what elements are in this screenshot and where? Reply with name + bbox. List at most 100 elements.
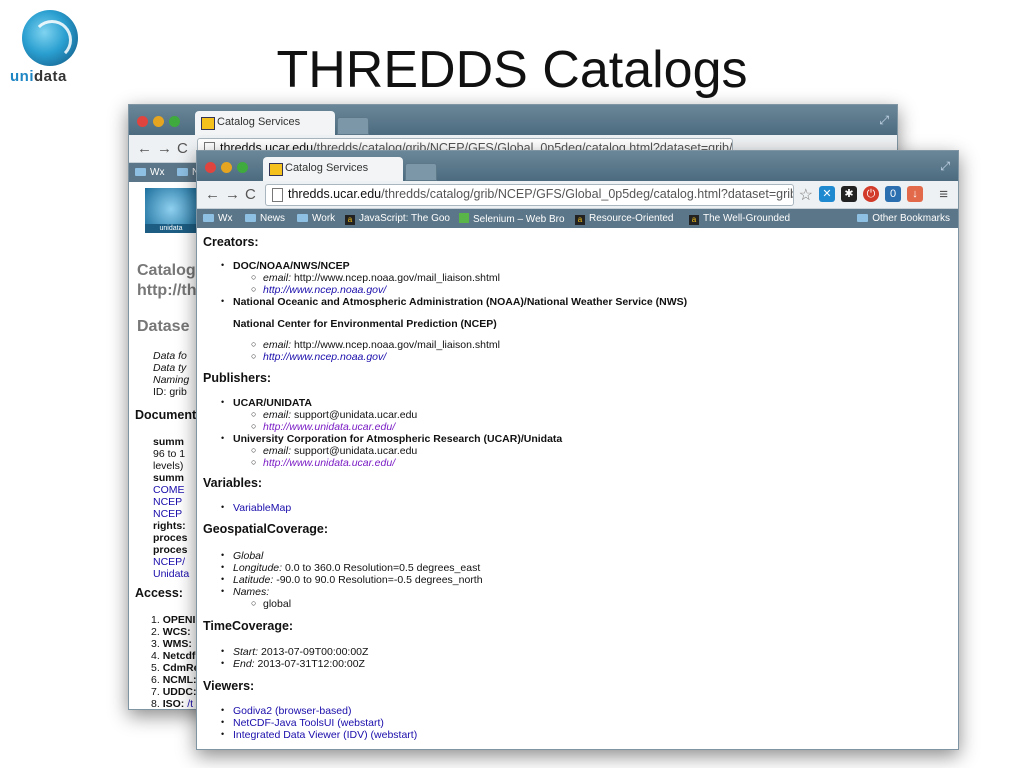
folder-icon [203, 214, 214, 222]
zoom-window-icon[interactable] [237, 162, 248, 173]
fullscreen-icon[interactable]: ⤢ [940, 159, 950, 174]
url-bar[interactable]: thredds.ucar.edu/thredds/catalog/grib/NC… [265, 184, 794, 206]
amazon-icon: a [345, 215, 355, 225]
forward-arrow-icon[interactable]: → [157, 140, 172, 157]
bookmark-well-grounded[interactable]: a The Well-Grounded [689, 213, 790, 225]
viewers-heading: Viewers: [203, 679, 255, 693]
sub-bullet-icon: ○ [251, 445, 257, 455]
bullet-icon: • [221, 397, 225, 407]
creator-2-url-link[interactable]: http://www.ncep.noaa.gov/ [263, 351, 386, 363]
idv-link[interactable]: Integrated Data Viewer (IDV) (webstart) [233, 729, 417, 741]
catalog-services-tab[interactable]: Catalog Services [263, 157, 403, 181]
front-navbar: ← → C thredds.ucar.edu/thredds/catalog/g… [197, 181, 958, 209]
bookmark-work[interactable]: Work [297, 213, 335, 224]
extension-x-icon[interactable]: ✕ [819, 186, 835, 202]
list-item: summ [153, 472, 184, 484]
back-titlebar: Catalog Services ⤢ [129, 105, 897, 135]
catalog-page-content: Creators: • DOC/NOAA/NWS/NCEP ○ email: h… [197, 228, 958, 749]
sub-bullet-icon: ○ [251, 284, 257, 294]
back-heading-url: http://th [137, 282, 197, 299]
creators-heading: Creators: [203, 235, 259, 249]
fullscreen-icon[interactable]: ⤢ [879, 113, 889, 128]
sub-bullet-icon: ○ [251, 421, 257, 431]
bullet-icon: • [221, 646, 225, 656]
bookmark-wx[interactable]: Wx [135, 167, 164, 178]
geo-latitude: Latitude: -90.0 to 90.0 Resolution=-0.5 … [233, 574, 483, 586]
doc-link[interactable]: NCEP [153, 496, 182, 508]
bookmark-javascript[interactable]: a JavaScript: The Goo [345, 213, 450, 225]
publisher-2-url-link[interactable]: http://www.unidata.ucar.edu/ [263, 457, 395, 469]
list-item: ID: grib [153, 386, 187, 398]
extension-power-icon[interactable]: ⏻ [863, 186, 879, 202]
window-controls [205, 160, 253, 178]
back-tab[interactable]: Catalog Services [195, 111, 335, 135]
close-window-icon[interactable] [205, 162, 216, 173]
selenium-icon [459, 213, 469, 223]
geo-names: Names: [233, 586, 270, 598]
back-arrow-icon[interactable]: ← [137, 140, 152, 157]
access-item: 2. WCS: [151, 626, 191, 638]
list-item: 96 to 1 [153, 448, 186, 460]
bookmark-resource-oriented[interactable]: a Resource-Oriented [575, 213, 673, 225]
variable-map-link[interactable]: VariableMap [233, 502, 291, 514]
bullet-icon: • [221, 433, 225, 443]
extension-badge-icon[interactable]: 0 [885, 186, 901, 202]
list-item: levels) [153, 460, 184, 472]
back-heading-catalog: Catalog [137, 262, 196, 279]
publisher-1-url-link[interactable]: http://www.unidata.ucar.edu/ [263, 421, 395, 433]
back-heading-documentation: Document [135, 408, 197, 422]
access-item: 4. Netcdf [151, 650, 196, 662]
reload-icon[interactable]: C [177, 140, 188, 157]
new-tab-button[interactable] [405, 163, 437, 181]
back-logo-caption: unidata [145, 224, 197, 233]
access-item: 5. CdmRe [151, 662, 200, 674]
doc-link[interactable]: COME [153, 484, 185, 496]
tab-title: Catalog Services [217, 116, 301, 128]
access-item: 8. ISO: /t [151, 698, 194, 710]
extension-gear-icon[interactable]: ✱ [841, 186, 857, 202]
reload-icon[interactable]: C [245, 186, 256, 203]
creator-2-name: National Oceanic and Atmospheric Adminis… [233, 296, 688, 308]
time-start: Start: 2013-07-09T00:00:00Z [233, 646, 369, 658]
folder-icon [177, 168, 188, 176]
sub-bullet-icon: ○ [251, 457, 257, 467]
minimize-window-icon[interactable] [221, 162, 232, 173]
creator-1-name: DOC/NOAA/NWS/NCEP [233, 260, 350, 272]
bookmark-other[interactable]: Other Bookmarks [857, 213, 950, 224]
list-item: summ [153, 436, 184, 448]
bookmark-news[interactable]: News [245, 213, 285, 224]
close-window-icon[interactable] [137, 116, 148, 127]
bullet-icon: • [221, 296, 225, 306]
sub-bullet-icon: ○ [251, 409, 257, 419]
toolsui-link[interactable]: NetCDF-Java ToolsUI (webstart) [233, 717, 384, 729]
access-item: 6. NCML: [151, 674, 197, 686]
bookmark-selenium[interactable]: Selenium – Web Bro [459, 213, 565, 225]
window-controls [137, 114, 185, 132]
list-item: rights: [153, 520, 186, 532]
godiva2-link[interactable]: Godiva2 (browser-based) [233, 705, 351, 717]
zoom-window-icon[interactable] [169, 116, 180, 127]
geo-longitude: Longitude: 0.0 to 360.0 Resolution=0.5 d… [233, 562, 481, 574]
doc-link[interactable]: Unidata [153, 568, 189, 580]
new-tab-button[interactable] [337, 117, 369, 135]
menu-icon[interactable]: ≡ [939, 186, 948, 203]
bullet-icon: • [221, 658, 225, 668]
time-coverage-heading: TimeCoverage: [203, 619, 294, 633]
forward-arrow-icon[interactable]: → [225, 186, 240, 203]
variables-heading: Variables: [203, 476, 263, 490]
bullet-icon: • [221, 502, 225, 512]
doc-link[interactable]: NCEP/ [153, 556, 185, 568]
download-icon[interactable]: ↓ [907, 186, 923, 202]
back-arrow-icon[interactable]: ← [205, 186, 220, 203]
minimize-window-icon[interactable] [153, 116, 164, 127]
front-browser-window[interactable]: Catalog Services ⤢ ← → C thredds.ucar.ed… [196, 150, 959, 750]
amazon-icon: a [575, 215, 585, 225]
creator-1-url-link[interactable]: http://www.ncep.noaa.gov/ [263, 284, 386, 296]
bookmark-star-icon[interactable]: ☆ [799, 185, 813, 205]
bookmark-wx[interactable]: Wx [203, 213, 232, 224]
geo-global: Global [233, 550, 264, 562]
front-titlebar: Catalog Services ⤢ [197, 151, 958, 181]
doc-link[interactable]: NCEP [153, 508, 182, 520]
folder-icon [297, 214, 308, 222]
bullet-icon: • [221, 586, 225, 596]
